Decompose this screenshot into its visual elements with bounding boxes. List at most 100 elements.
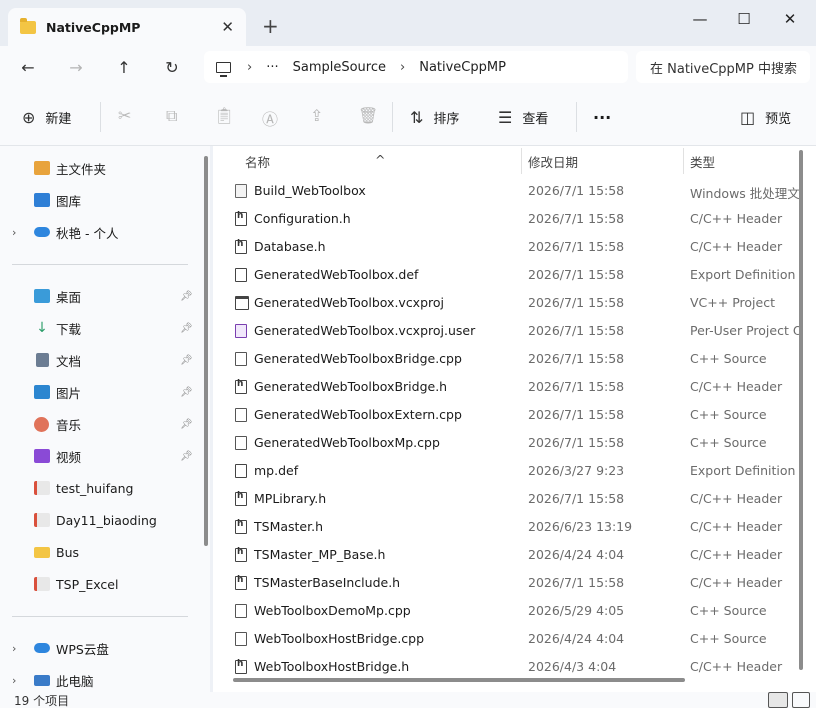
share-icon[interactable]: ⇪ (310, 106, 323, 125)
file-name: GeneratedWebToolboxBridge.h (254, 379, 448, 394)
file-row[interactable]: WebToolboxDemoMp.cpp 2026/5/29 4:05 C++ So… (213, 597, 803, 625)
file-row[interactable]: TSMaster_MP_Base.h 2026/4/24 4:04 C/C++ He… (213, 541, 803, 569)
column-header-type[interactable]: 类型 (690, 152, 715, 171)
file-row[interactable]: GeneratedWebToolboxBridge.cpp 2026/7/1 15… (213, 345, 803, 373)
header-file-icon (235, 491, 247, 506)
tiles-view-button[interactable] (792, 692, 810, 708)
file-row[interactable]: WebToolboxHostBridge.cpp 2026/4/24 4:04 C+… (213, 625, 803, 653)
sidebar-item-day11-biaoding[interactable]: Day11_biaoding (0, 506, 200, 534)
forward-button[interactable]: → (62, 54, 90, 80)
sidebar-item-videos[interactable]: 视频 📌︎ (0, 442, 200, 470)
sidebar-item-bus[interactable]: Bus (0, 538, 200, 566)
file-row[interactable]: MPLibrary.h 2026/7/1 15:58 C/C++ Header (213, 485, 803, 513)
pin-icon: 📌︎ (180, 418, 193, 430)
file-row[interactable]: GeneratedWebToolbox.def 2026/7/1 15:58 Exp… (213, 261, 803, 289)
file-row[interactable]: GeneratedWebToolboxBridge.h 2026/7/1 15:5… (213, 373, 803, 401)
file-row[interactable]: GeneratedWebToolbox.vcxproj 2026/7/1 15:5… (213, 289, 803, 317)
close-tab-icon[interactable]: ✕ (221, 18, 234, 36)
maximize-button[interactable]: ☐ (722, 6, 766, 32)
header-file-icon (235, 659, 247, 674)
cpp-file-icon (235, 408, 247, 422)
file-row[interactable]: Database.h 2026/7/1 15:58 C/C++ Header (213, 233, 803, 261)
view-button[interactable]: ☰ 查看 (498, 105, 548, 129)
onedrive-icon (34, 227, 50, 237)
file-row[interactable]: TSMasterBaseInclude.h 2026/7/1 15:58 C/C++… (213, 569, 803, 597)
file-type: C/C++ Header (690, 211, 783, 226)
column-header-date[interactable]: 修改日期 (528, 152, 578, 171)
sidebar-item-label: 文档 (56, 353, 82, 369)
up-button[interactable]: ↑ (110, 54, 138, 80)
column-divider[interactable] (521, 148, 522, 174)
close-window-button[interactable]: ✕ (768, 6, 812, 32)
sidebar-item-desktop[interactable]: 桌面 📌︎ (0, 282, 200, 310)
sidebar-scrollbar-thumb[interactable] (204, 156, 208, 546)
details-view-button[interactable] (768, 692, 788, 708)
tsmaster-folder-icon (34, 481, 50, 495)
breadcrumb-overflow[interactable]: ··· (266, 60, 278, 75)
project-file-icon (235, 296, 249, 310)
file-date: 2026/7/1 15:58 (528, 211, 625, 226)
sidebar-item-music[interactable]: 音乐 📌︎ (0, 410, 200, 438)
sidebar-item-gallery[interactable]: 图库 (0, 186, 200, 214)
file-date: 2026/7/1 15:58 (528, 575, 625, 590)
chevron-right-icon[interactable]: › (12, 674, 16, 687)
paste-icon[interactable]: 📋︎ (214, 106, 234, 125)
file-row[interactable]: Build_WebToolbox 2026/7/1 15:58 Windows 批处… (213, 177, 803, 205)
sidebar-item-downloads[interactable]: ↓ 下载 📌︎ (0, 314, 200, 342)
sidebar-scrollbar[interactable] (203, 146, 209, 692)
refresh-button[interactable]: ↻ (158, 54, 186, 80)
chevron-right-icon[interactable]: › (12, 226, 16, 239)
search-input[interactable]: 在 NativeCppMP 中搜索 (636, 51, 810, 83)
file-row[interactable]: TSMaster.h 2026/6/23 13:19 C/C++ Header (213, 513, 803, 541)
column-header-name[interactable]: 名称 (245, 152, 270, 171)
sidebar-item-pictures[interactable]: 图片 📌︎ (0, 378, 200, 406)
new-tab-button[interactable]: + (262, 14, 279, 38)
cut-icon[interactable]: ✂ (118, 106, 131, 125)
sidebar-item-tsp-excel[interactable]: TSP_Excel (0, 570, 200, 598)
more-options-button[interactable]: ··· (593, 105, 611, 129)
cpp-file-icon (235, 632, 247, 646)
file-list: ^ 名称 修改日期 类型 Build_WebToolbox 2026/7/1 15… (213, 146, 816, 692)
pin-icon: 📌︎ (180, 450, 193, 462)
copy-icon[interactable]: ⧉ (166, 106, 177, 126)
file-row[interactable]: GeneratedWebToolboxMp.cpp 2026/7/1 15:58 C… (213, 429, 803, 457)
new-button[interactable]: ⊕ 新建 (22, 105, 71, 129)
vertical-scrollbar[interactable] (797, 150, 805, 670)
column-divider[interactable] (683, 148, 684, 174)
sidebar-item-documents[interactable]: 文档 📌︎ (0, 346, 200, 374)
minimize-button[interactable]: — (678, 6, 722, 32)
breadcrumb-samplesource[interactable]: SampleSource (293, 60, 386, 75)
arrow-up-icon: ↑ (117, 57, 131, 77)
breadcrumb-separator: › (400, 59, 406, 75)
view-label: 查看 (522, 111, 549, 127)
sidebar-item-home[interactable]: 主文件夹 (0, 154, 200, 182)
file-name: WebToolboxHostBridge.cpp (254, 631, 425, 646)
file-row[interactable]: GeneratedWebToolbox.vcxproj.user 2026/7/1… (213, 317, 803, 345)
back-button[interactable]: ← (14, 54, 42, 80)
preview-button[interactable]: ◫ 预览 (740, 105, 791, 129)
toolbar-divider (100, 102, 101, 132)
sidebar-item-onedrive[interactable]: › 秋艳 - 个人 (0, 218, 200, 246)
file-row[interactable]: GeneratedWebToolboxExtern.cpp 2026/7/1 15… (213, 401, 803, 429)
sidebar-item-label: TSP_Excel (56, 576, 119, 592)
delete-icon[interactable]: 🗑︎ (358, 106, 378, 125)
file-row[interactable]: Configuration.h 2026/7/1 15:58 C/C++ Heade… (213, 205, 803, 233)
sidebar-item-test-huifang[interactable]: test_huifang (0, 474, 200, 502)
arrow-left-icon: ← (21, 57, 35, 77)
file-row[interactable]: mp.def 2026/3/27 9:23 Export Definition F (213, 457, 803, 485)
file-row[interactable]: WebToolboxHostBridge.h 2026/4/3 4:04 C/C++… (213, 653, 803, 681)
breadcrumb-nativecppmp[interactable]: NativeCppMP (419, 60, 506, 75)
vertical-scrollbar-thumb[interactable] (799, 150, 803, 670)
sidebar-item-this-pc[interactable]: › 此电脑 (0, 666, 200, 692)
horizontal-scrollbar[interactable] (233, 678, 685, 682)
tab-nativecppmp[interactable]: NativeCppMP ✕ (8, 8, 246, 46)
breadcrumb-separator: › (247, 59, 253, 75)
rename-icon[interactable]: Ⓐ (262, 106, 278, 130)
navigation-pane: 主文件夹 图库 › 秋艳 - 个人 桌面 📌︎ ↓ 下载 📌︎ 文档 📌︎ 图片… (0, 146, 210, 692)
sidebar-item-wps-cloud[interactable]: › WPS云盘 (0, 634, 200, 662)
sort-button[interactable]: ⇅ 排序 (410, 105, 459, 129)
chevron-right-icon[interactable]: › (12, 642, 16, 655)
computer-icon (216, 61, 231, 77)
file-type: C/C++ Header (690, 239, 783, 254)
address-bar[interactable]: › ··· SampleSource › NativeCppMP (204, 51, 628, 83)
